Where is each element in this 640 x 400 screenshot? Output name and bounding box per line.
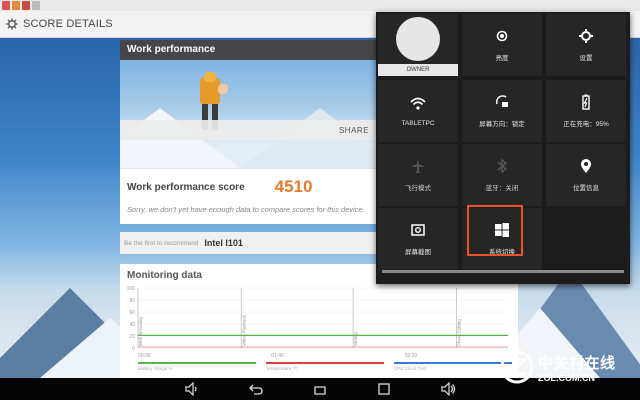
section-label: Photo Editing: [456, 319, 461, 346]
watermark-url: ZOL.COM.CN: [538, 372, 595, 383]
bluetooth-icon: [497, 158, 508, 174]
gear-icon: [579, 29, 593, 43]
zol-watermark: 中关村在线 ZOL.COM.CN: [500, 350, 616, 384]
device-name: Intel I101: [204, 238, 243, 248]
section-label: Web Browsing: [138, 317, 143, 346]
section-label: Video Playback: [241, 314, 246, 346]
legend-label: CPU Clock GHz: [394, 366, 427, 371]
brightness-slider[interactable]: [382, 270, 624, 273]
battery-label: 正在充电：95%: [563, 121, 609, 128]
page-title: SCORE DETAILS: [23, 18, 113, 30]
y-tick-label: 40: [129, 322, 135, 328]
wifi-icon: [410, 97, 426, 110]
y-tick-label: 80: [129, 298, 135, 304]
owner-tile[interactable]: OWNER: [378, 14, 458, 76]
location-label: 位置信息: [573, 185, 599, 192]
airplane-label: 飞行模式: [405, 185, 431, 192]
settings-tile[interactable]: 设置: [546, 14, 626, 76]
avatar: [396, 17, 440, 61]
brightness-icon: [496, 30, 508, 42]
volume-down-icon[interactable]: [184, 382, 200, 396]
y-tick-label: 60: [129, 310, 135, 316]
gear-icon[interactable]: [6, 18, 18, 30]
highlight-box: [467, 205, 523, 256]
legend-swatch: [266, 362, 384, 364]
legend-label: Temperature °C: [266, 366, 298, 371]
bluetooth-label: 蓝牙：关闭: [485, 185, 519, 192]
volume-up-icon[interactable]: [440, 382, 456, 396]
location-tile[interactable]: 位置信息: [546, 144, 626, 206]
screenshot-label: 屏幕截图: [405, 249, 431, 256]
font-icon: [32, 1, 40, 10]
app-icon-b: [12, 1, 20, 10]
wifi-label: TABLETPC: [401, 119, 435, 127]
recommend-text: Be the first to recommend: [124, 239, 199, 247]
legend-swatch: [394, 362, 512, 364]
rotation-lock-tile[interactable]: 屏幕方向：锁定: [462, 80, 542, 142]
brightness-label: 亮度: [495, 55, 509, 62]
x-tick-label: 03:20: [405, 353, 418, 359]
rotation-lock-label: 屏幕方向：锁定: [479, 121, 525, 128]
score-label: Work performance score: [127, 181, 245, 193]
x-tick-label: 00:00: [138, 353, 151, 359]
share-label: SHARE: [338, 125, 370, 135]
section-label: Writing: [353, 332, 358, 346]
battery-charging-icon: [582, 94, 590, 110]
x-tick-label: 01:40: [271, 353, 284, 359]
location-icon: [581, 159, 591, 173]
y-tick-label: 20: [129, 334, 135, 340]
status-strip: [0, 0, 640, 11]
rotation-lock-icon: [495, 95, 508, 107]
home-icon[interactable]: [312, 382, 328, 396]
watermark-cn: 中关村在线: [538, 354, 616, 372]
settings-label: 设置: [579, 55, 593, 62]
score-value: 4510: [274, 177, 313, 196]
owner-label: OWNER: [406, 67, 430, 73]
screenshot-icon: [411, 224, 425, 236]
wifi-tile[interactable]: TABLETPC: [378, 80, 458, 142]
legend-swatch: [138, 362, 256, 364]
airplane-icon: [411, 159, 425, 173]
airplane-tile[interactable]: 飞行模式: [378, 144, 458, 206]
recents-icon[interactable]: [376, 382, 392, 396]
battery-tile[interactable]: 正在充电：95%: [546, 80, 626, 142]
y-tick-label: 100: [127, 286, 136, 292]
legend-label: Battery charge %: [138, 366, 173, 371]
bluetooth-tile[interactable]: 蓝牙：关闭: [462, 144, 542, 206]
app-icon-a: [2, 1, 10, 10]
zol-logo-icon: [500, 350, 534, 384]
monitoring-chart: 100 80 60 40 20 0Web Browsing Video Playback Wr…: [127, 286, 512, 371]
y-tick-label: 0: [132, 346, 135, 352]
app-icon-c: [22, 1, 30, 10]
back-icon[interactable]: [248, 382, 264, 396]
brightness-tile[interactable]: 亮度: [462, 14, 542, 76]
screenshot-tile[interactable]: 屏幕截图: [378, 208, 458, 270]
